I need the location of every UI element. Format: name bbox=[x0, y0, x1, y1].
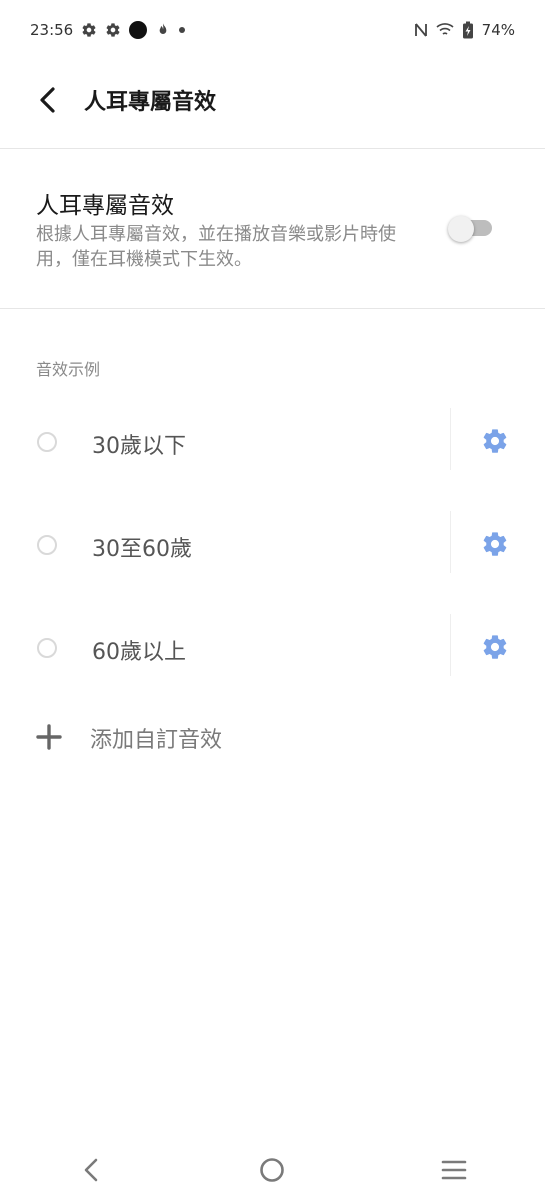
fire-icon bbox=[155, 22, 171, 38]
nav-back-button[interactable] bbox=[61, 1145, 121, 1195]
preset-label: 60歲以上 bbox=[92, 640, 186, 665]
small-dot-icon bbox=[179, 27, 186, 33]
row-separator bbox=[450, 511, 451, 573]
preset-settings-button[interactable] bbox=[478, 630, 512, 664]
app-bar: 人耳專屬音效 bbox=[0, 60, 545, 148]
preset-row[interactable]: 60歲以上 bbox=[0, 614, 545, 686]
section-label: 音效示例 bbox=[36, 360, 101, 379]
battery-percent: 74% bbox=[481, 21, 515, 39]
page-title: 人耳專屬音效 bbox=[84, 90, 217, 115]
chevron-left-icon bbox=[40, 87, 55, 113]
record-dot-icon bbox=[129, 21, 148, 39]
hearing-effect-toggle[interactable] bbox=[448, 216, 494, 242]
gear-icon bbox=[483, 635, 507, 659]
plus-icon bbox=[36, 724, 62, 750]
status-bar: 23:56 74% bbox=[0, 0, 545, 60]
wifi-icon bbox=[436, 23, 454, 37]
preset-row[interactable]: 30歲以下 bbox=[0, 408, 545, 480]
add-custom-effect-button[interactable]: 添加自訂音效 bbox=[0, 710, 545, 766]
status-time: 23:56 bbox=[30, 21, 74, 39]
nfc-icon bbox=[414, 22, 428, 38]
gear-icon bbox=[483, 429, 507, 453]
setting-title: 人耳專屬音效 bbox=[36, 193, 174, 219]
radio-button[interactable] bbox=[37, 432, 57, 452]
menu-lines-icon bbox=[441, 1160, 467, 1180]
battery-charging-icon bbox=[462, 21, 474, 39]
hearing-effect-setting[interactable]: 人耳專屬音效 根據人耳專屬音效，並在播放音樂或影片時使用，僅在耳機模式下生效。 bbox=[0, 170, 545, 290]
home-circle-icon bbox=[260, 1158, 285, 1182]
setting-description: 根據人耳專屬音效，並在播放音樂或影片時使用，僅在耳機模式下生效。 bbox=[36, 224, 396, 270]
preset-label: 30至60歲 bbox=[92, 537, 192, 562]
row-separator bbox=[450, 408, 451, 470]
header-divider bbox=[0, 148, 545, 149]
preset-label: 30歲以下 bbox=[92, 434, 186, 459]
nav-home-button[interactable] bbox=[242, 1145, 302, 1195]
preset-settings-button[interactable] bbox=[478, 424, 512, 458]
row-separator bbox=[450, 614, 451, 676]
add-custom-label: 添加自訂音效 bbox=[90, 728, 223, 753]
preset-row[interactable]: 30至60歲 bbox=[0, 511, 545, 583]
nav-recents-button[interactable] bbox=[424, 1145, 484, 1195]
radio-button[interactable] bbox=[37, 638, 57, 658]
gear-icon bbox=[483, 532, 507, 556]
system-nav-bar bbox=[0, 1140, 545, 1200]
toggle-thumb bbox=[448, 216, 474, 242]
preset-settings-button[interactable] bbox=[478, 527, 512, 561]
gear-icon bbox=[105, 22, 121, 38]
radio-button[interactable] bbox=[37, 535, 57, 555]
setting-divider bbox=[0, 308, 545, 309]
back-button[interactable] bbox=[28, 80, 68, 120]
gear-icon bbox=[81, 22, 97, 38]
nav-back-icon bbox=[84, 1158, 98, 1182]
